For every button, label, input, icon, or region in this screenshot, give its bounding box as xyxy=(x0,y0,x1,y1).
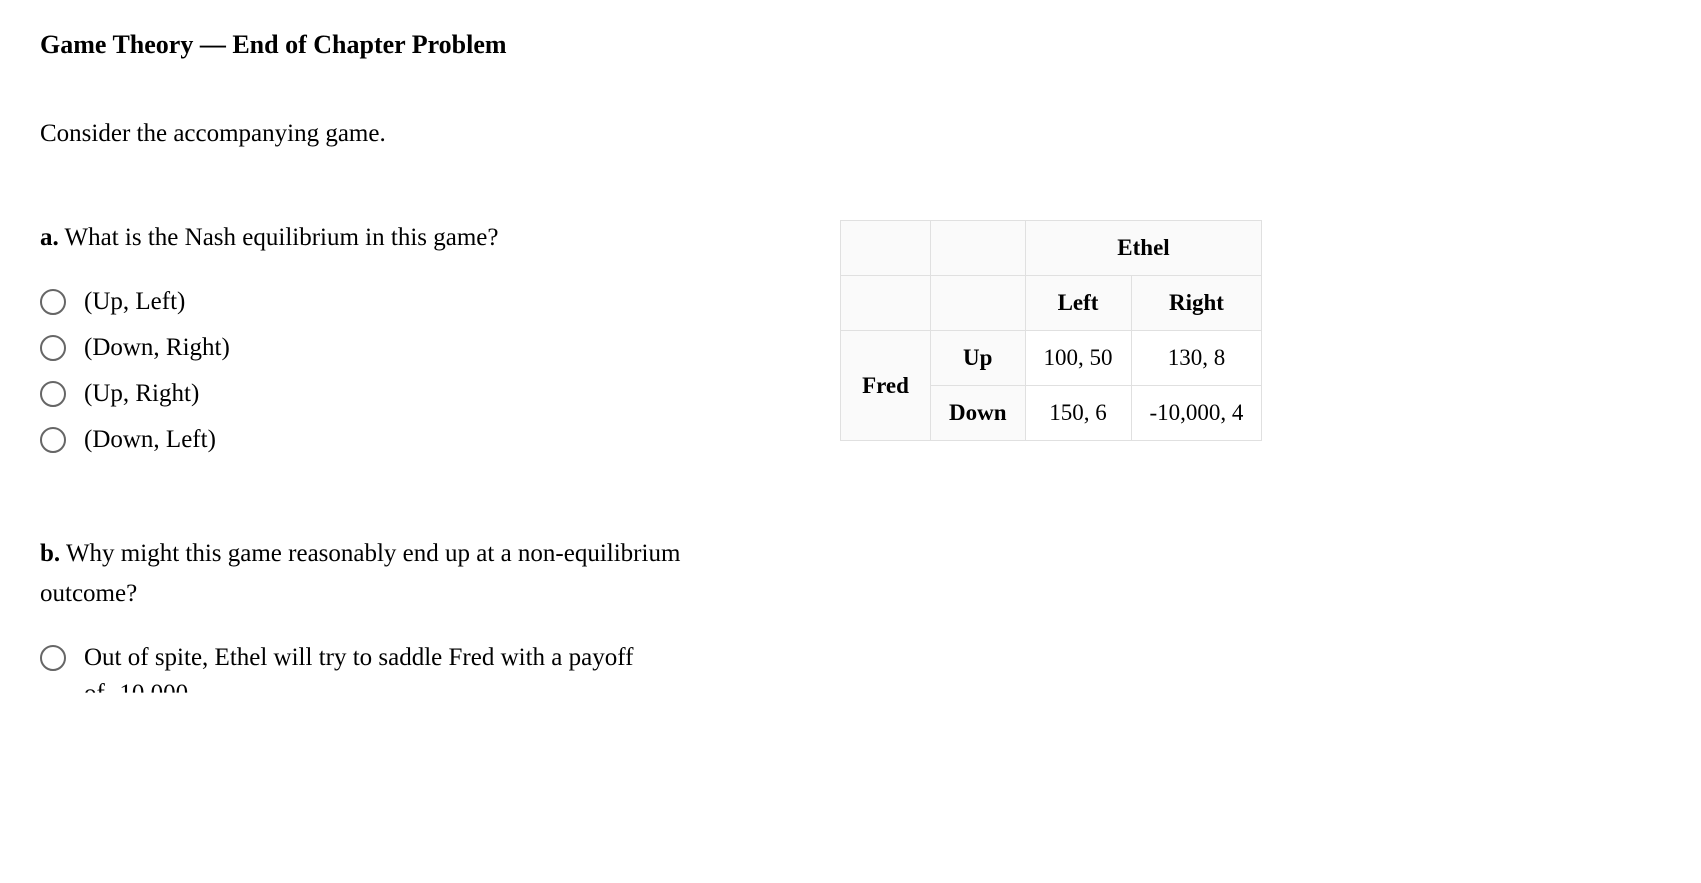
row-header-down: Down xyxy=(931,386,1026,441)
intro-text: Consider the accompanying game. xyxy=(40,120,780,148)
corner-cell xyxy=(931,276,1026,331)
row-player-header: Fred xyxy=(841,331,931,441)
option-a-1-text: (Up, Left) xyxy=(84,288,185,316)
payoff-cell: 130, 8 xyxy=(1131,331,1262,386)
payoff-matrix: Ethel Left Right Fred Up 100, 50 130, 8 … xyxy=(840,220,1262,441)
radio-icon[interactable] xyxy=(40,381,66,407)
question-a-text: What is the Nash equilibrium in this gam… xyxy=(59,224,499,251)
option-a-1: (Up, Left) xyxy=(40,288,780,316)
row-header-up: Up xyxy=(931,331,1026,386)
question-b: b. Why might this game reasonably end up… xyxy=(40,534,780,614)
question-a: a. What is the Nash equilibrium in this … xyxy=(40,218,780,258)
col-player-header: Ethel xyxy=(1025,221,1262,276)
question-b-text: Why might this game reasonably end up at… xyxy=(40,540,680,607)
question-b-options: Out of spite, Ethel will try to saddle F… xyxy=(40,644,780,672)
option-a-2: (Down, Right) xyxy=(40,334,780,362)
radio-icon[interactable] xyxy=(40,335,66,361)
option-a-4: (Down, Left) xyxy=(40,426,780,454)
col-header-right: Right xyxy=(1131,276,1262,331)
option-b-1: Out of spite, Ethel will try to saddle F… xyxy=(40,644,780,672)
payoff-cell: 150, 6 xyxy=(1025,386,1131,441)
radio-icon[interactable] xyxy=(40,645,66,671)
question-a-label: a. xyxy=(40,224,59,251)
option-a-3: (Up, Right) xyxy=(40,380,780,408)
page-title: Game Theory — End of Chapter Problem xyxy=(40,30,1661,60)
corner-cell xyxy=(841,276,931,331)
option-a-2-text: (Down, Right) xyxy=(84,334,230,362)
option-a-4-text: (Down, Left) xyxy=(84,426,216,454)
option-b-1-text: Out of spite, Ethel will try to saddle F… xyxy=(84,644,633,672)
corner-cell xyxy=(931,221,1026,276)
option-a-3-text: (Up, Right) xyxy=(84,380,199,408)
matrix-column: Ethel Left Right Fred Up 100, 50 130, 8 … xyxy=(840,120,1270,708)
question-a-options: (Up, Left) (Down, Right) (Up, Right) (Do… xyxy=(40,288,780,454)
radio-icon[interactable] xyxy=(40,427,66,453)
payoff-cell: -10,000, 4 xyxy=(1131,386,1262,441)
question-b-label: b. xyxy=(40,540,60,567)
question-column: Consider the accompanying game. a. What … xyxy=(40,120,780,708)
col-header-left: Left xyxy=(1025,276,1131,331)
option-b-1-cutoff-text: of -10,000. xyxy=(84,680,780,708)
payoff-cell: 100, 50 xyxy=(1025,331,1131,386)
radio-icon[interactable] xyxy=(40,289,66,315)
corner-cell xyxy=(841,221,931,276)
